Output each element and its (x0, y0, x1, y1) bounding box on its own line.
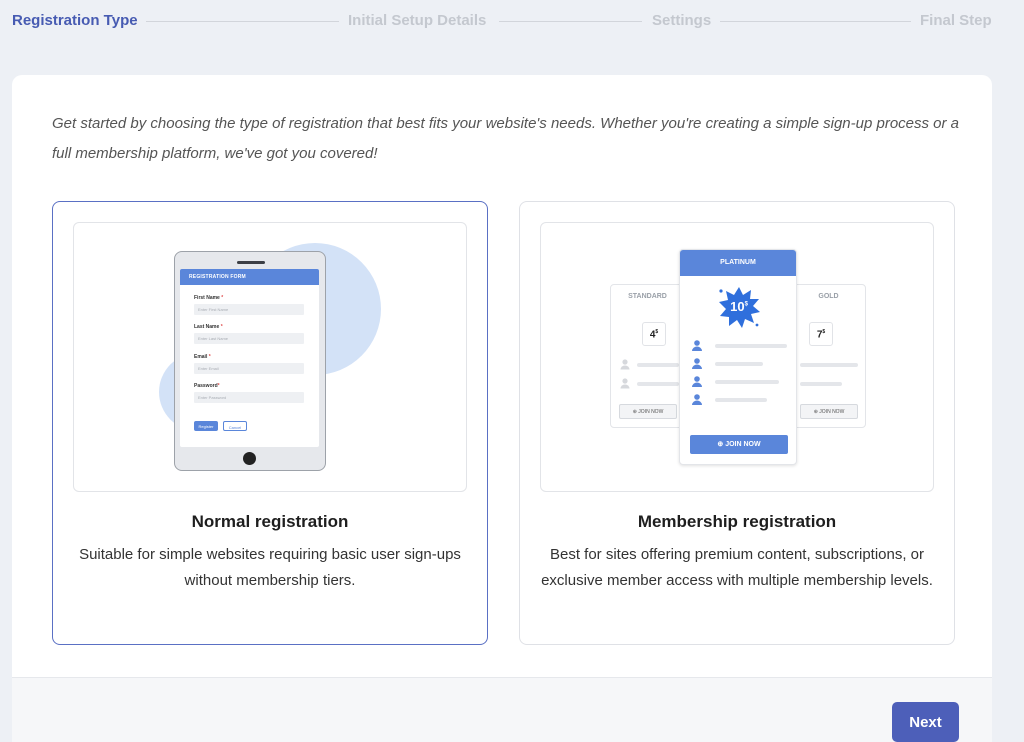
feature-line (800, 363, 858, 367)
feature-line (800, 382, 842, 386)
registration-form-illustration: REGISTRATION FORM First Name * Enter Fir… (73, 222, 467, 492)
gold-plan-card: GOLD 7$ ⊕ JOIN NOW (791, 284, 866, 428)
plan-join-button: ⊕ JOIN NOW (619, 404, 677, 419)
step-registration-type: Registration Type (12, 12, 138, 29)
plan-name: STANDARD (628, 293, 667, 300)
form-field-label: Email * (194, 354, 211, 360)
step-final-step: Final Step (920, 12, 992, 29)
plan-price: 7$ (809, 322, 833, 346)
feature-line (715, 380, 779, 384)
user-icon (692, 376, 702, 387)
user-icon (692, 358, 702, 369)
option-title: Membership registration (637, 512, 837, 531)
feature-line (637, 363, 679, 367)
option-title: Normal registration (191, 512, 349, 531)
tablet-home-button (243, 452, 256, 465)
plan-price: 4$ (642, 322, 666, 346)
plan-name: GOLD (818, 293, 839, 300)
form-cancel-button: Cancel (223, 421, 247, 431)
progress-stepper: Registration Type Initial Setup Details … (0, 0, 1024, 44)
user-icon (620, 359, 630, 370)
form-field-label: Last Name * (194, 324, 223, 330)
standard-plan-card: STANDARD 4$ ⊕ JOIN NOW (610, 284, 685, 428)
form-register-button: Register (194, 421, 218, 431)
tablet-speaker (237, 261, 265, 264)
feature-line (637, 382, 679, 386)
step-connector (146, 21, 339, 22)
user-icon (620, 378, 630, 389)
form-title: REGISTRATION FORM (180, 269, 319, 285)
plan-name: PLATINUM (680, 250, 796, 276)
plan-join-button: ⊕ JOIN NOW (800, 404, 858, 419)
step-connector (720, 21, 911, 22)
normal-registration-option[interactable]: REGISTRATION FORM First Name * Enter Fir… (52, 201, 488, 645)
feature-line (715, 362, 763, 366)
pricing-plans-illustration: STANDARD 4$ ⊕ JOIN NOW GOLD 7$ ⊕ JOIN NO… (540, 222, 934, 492)
next-button[interactable]: Next (892, 702, 959, 742)
user-icon (692, 340, 702, 351)
step-connector (499, 21, 642, 22)
form-field-input: Enter Last Name (194, 333, 304, 344)
platinum-plan-card: PLATINUM 10$ ⊕ JOIN NOW (679, 249, 797, 465)
step-initial-setup-details: Initial Setup Details (348, 12, 487, 29)
option-description: Best for sites offering premium content,… (541, 546, 933, 589)
membership-registration-option[interactable]: STANDARD 4$ ⊕ JOIN NOW GOLD 7$ ⊕ JOIN NO… (519, 201, 955, 645)
option-description: Suitable for simple websites requiring b… (79, 546, 461, 589)
form-field-label: First Name * (194, 295, 224, 301)
user-icon (692, 394, 702, 405)
plan-join-button: ⊕ JOIN NOW (690, 435, 788, 454)
feature-line (715, 398, 767, 402)
tablet-screen: REGISTRATION FORM First Name * Enter Fir… (180, 269, 319, 447)
wizard-footer: Next (12, 677, 992, 742)
registration-type-card: Get started by choosing the type of regi… (12, 75, 992, 742)
tablet-icon: REGISTRATION FORM First Name * Enter Fir… (174, 251, 326, 471)
step-settings: Settings (652, 12, 712, 29)
feature-line (715, 344, 787, 348)
form-field-input: Enter Password (194, 392, 304, 403)
form-field-label: Password* (194, 383, 220, 389)
form-field-input: Enter Email (194, 363, 304, 374)
intro-text: Get started by choosing the type of regi… (52, 115, 960, 162)
platinum-price: 10$ (730, 299, 748, 314)
form-field-input: Enter First Name (194, 304, 304, 315)
